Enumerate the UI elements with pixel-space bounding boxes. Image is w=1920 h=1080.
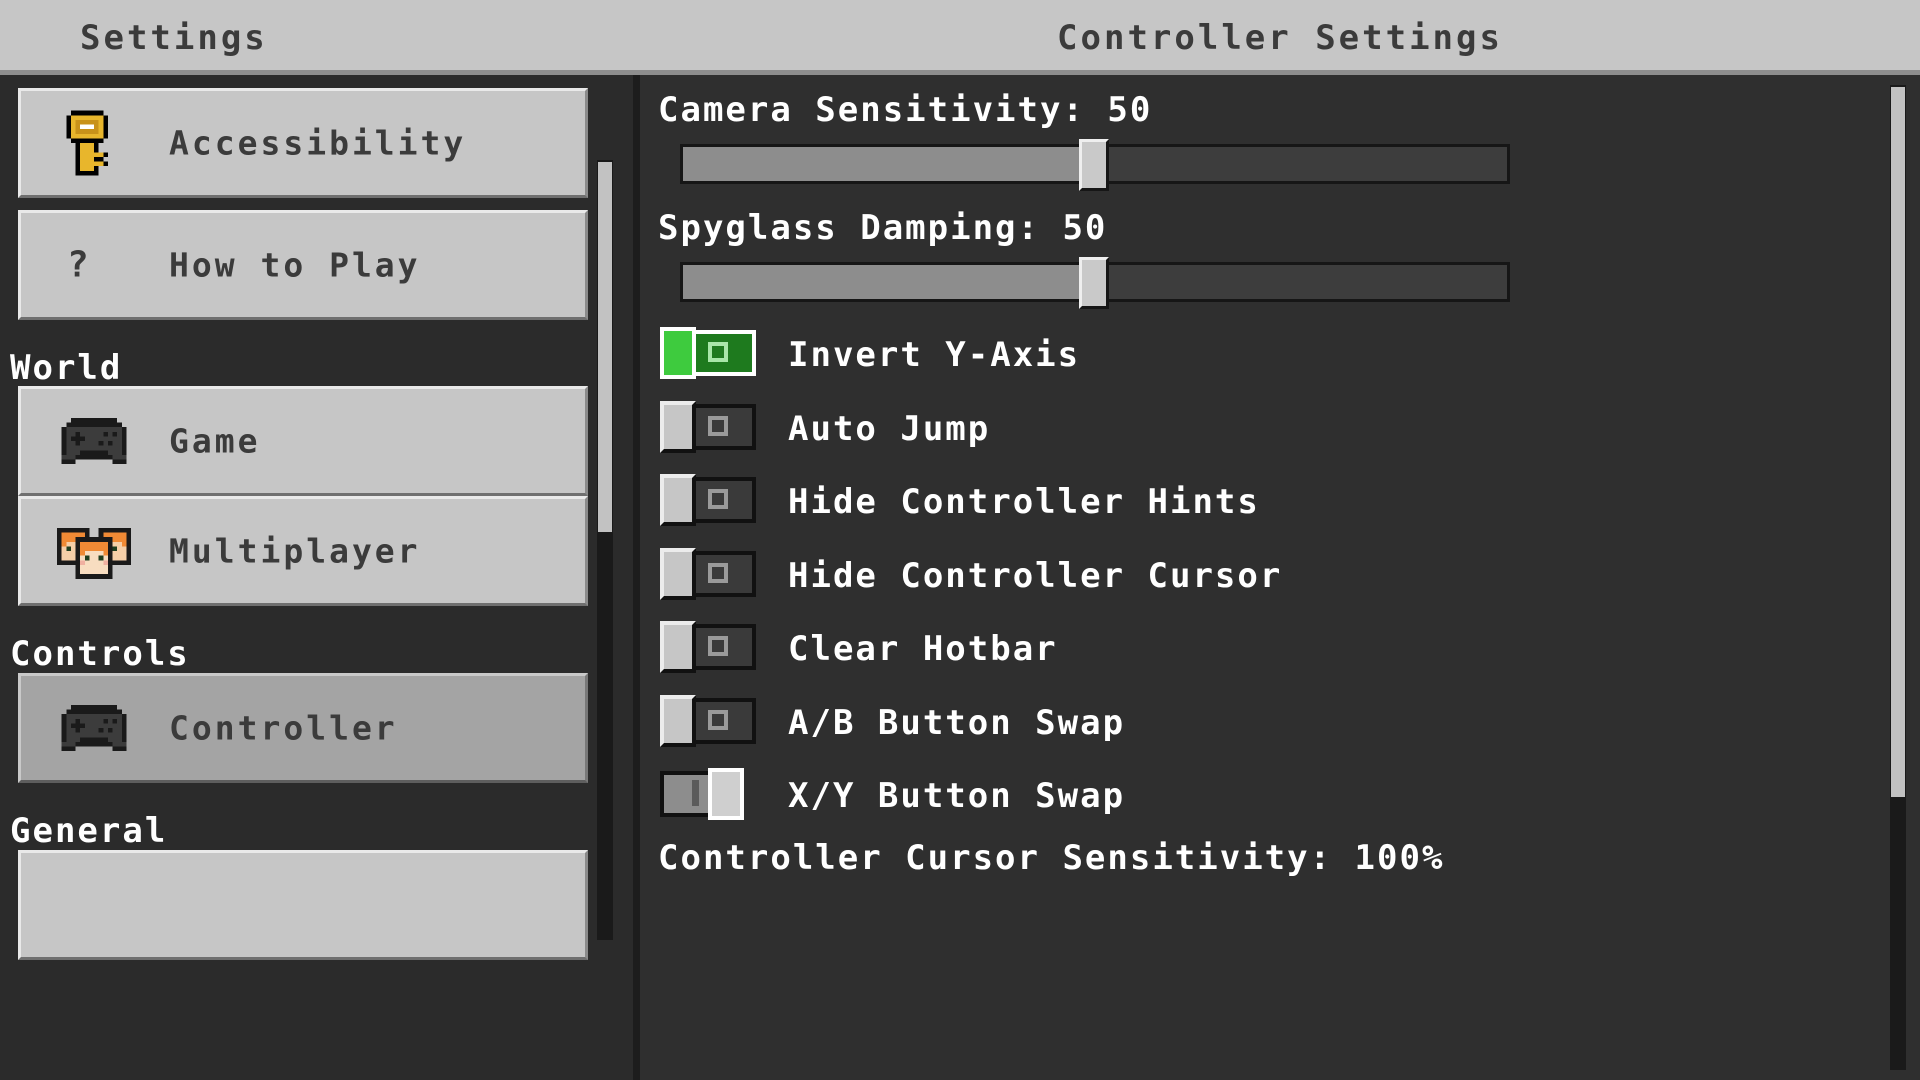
page-title-controller-settings: Controller Settings: [1057, 18, 1503, 58]
camera-sensitivity-label: Camera Sensitivity: 50: [658, 90, 1153, 130]
toggle-knob[interactable]: [660, 401, 696, 453]
clear-hotbar-toggle[interactable]: [660, 621, 756, 673]
slider-knob[interactable]: [1078, 139, 1109, 191]
controller-settings-panel: Camera Sensitivity: 50 Spyglass Damping:…: [640, 75, 1920, 1080]
sidebar-section-controls: Controls: [10, 634, 190, 674]
question-mark-icon: ?: [67, 244, 89, 286]
sidebar-section-world: World: [10, 348, 123, 388]
toggle-glyph-icon: [708, 636, 728, 656]
sidebar-item-label: How to Play: [169, 245, 421, 285]
toggle-label: Clear Hotbar: [788, 629, 1058, 669]
sidebar-item-label: Controller: [169, 708, 398, 748]
minecraft-settings-screen: Settings Controller Settings Accessibili…: [0, 0, 1920, 1080]
toggle-glyph-icon: [708, 563, 728, 583]
header-bar: Settings Controller Settings: [0, 0, 1920, 70]
toggle-glyph-icon: [692, 780, 699, 806]
hide-controller-cursor-toggle[interactable]: [660, 548, 756, 600]
hide-controller-hints-toggle[interactable]: [660, 474, 756, 526]
toggle-glyph-icon: [708, 342, 728, 362]
gamepad-icon: [57, 404, 131, 478]
slider-fill: [683, 265, 1095, 299]
slider-knob[interactable]: [1078, 257, 1109, 309]
toggle-knob[interactable]: [708, 768, 744, 820]
toggle-knob[interactable]: [660, 327, 696, 379]
toggle-knob[interactable]: [660, 695, 696, 747]
controller-cursor-sensitivity-label: Controller Cursor Sensitivity: 100%: [658, 838, 1445, 878]
toggle-label: A/B Button Swap: [788, 703, 1126, 743]
toggle-knob[interactable]: [660, 621, 696, 673]
sidebar-item-game[interactable]: Game: [18, 386, 588, 496]
camera-sensitivity-slider[interactable]: [680, 139, 1510, 191]
sidebar-item-controller[interactable]: Controller: [18, 673, 588, 783]
panel-divider: [633, 75, 640, 1080]
spyglass-damping-slider[interactable]: [680, 257, 1510, 309]
sidebar-item-multiplayer[interactable]: Multiplayer: [18, 496, 588, 606]
toggle-label: Invert Y-Axis: [788, 335, 1081, 375]
toggle-knob[interactable]: [660, 474, 696, 526]
settings-sidebar: Accessibility ? How to Play World Game M…: [0, 75, 635, 1080]
sidebar-item-how-to-play[interactable]: ? How to Play: [18, 210, 588, 320]
toggle-knob[interactable]: [660, 548, 696, 600]
sidebar-item-accessibility[interactable]: Accessibility: [18, 88, 588, 198]
sidebar-item-label: Multiplayer: [169, 531, 421, 571]
gamepad-icon: [57, 691, 131, 765]
page-title-settings: Settings: [80, 18, 268, 58]
sidebar-item-label: Game: [169, 421, 261, 461]
toggle-label: Hide Controller Cursor: [788, 556, 1283, 596]
xy-button-swap-toggle[interactable]: [660, 768, 756, 820]
sidebar-item-general-first[interactable]: [18, 850, 588, 960]
sidebar-section-general: General: [10, 811, 168, 851]
players-faces-icon: [57, 514, 131, 588]
toggle-glyph-icon: [708, 489, 728, 509]
toggle-label: Hide Controller Hints: [788, 482, 1260, 522]
sidebar-scrollbar-thumb[interactable]: [598, 162, 612, 532]
invert-y-axis-toggle[interactable]: [660, 327, 756, 379]
spyglass-damping-label: Spyglass Damping: 50: [658, 208, 1108, 248]
auto-jump-toggle[interactable]: [660, 401, 756, 453]
key-icon: [57, 106, 131, 180]
panel-scrollbar-thumb[interactable]: [1891, 87, 1905, 797]
toggle-label: X/Y Button Swap: [788, 776, 1126, 816]
toggle-glyph-icon: [708, 416, 728, 436]
sidebar-item-label: Accessibility: [169, 123, 467, 163]
toggle-label: Auto Jump: [788, 409, 991, 449]
ab-button-swap-toggle[interactable]: [660, 695, 756, 747]
slider-fill: [683, 147, 1095, 181]
toggle-glyph-icon: [708, 710, 728, 730]
